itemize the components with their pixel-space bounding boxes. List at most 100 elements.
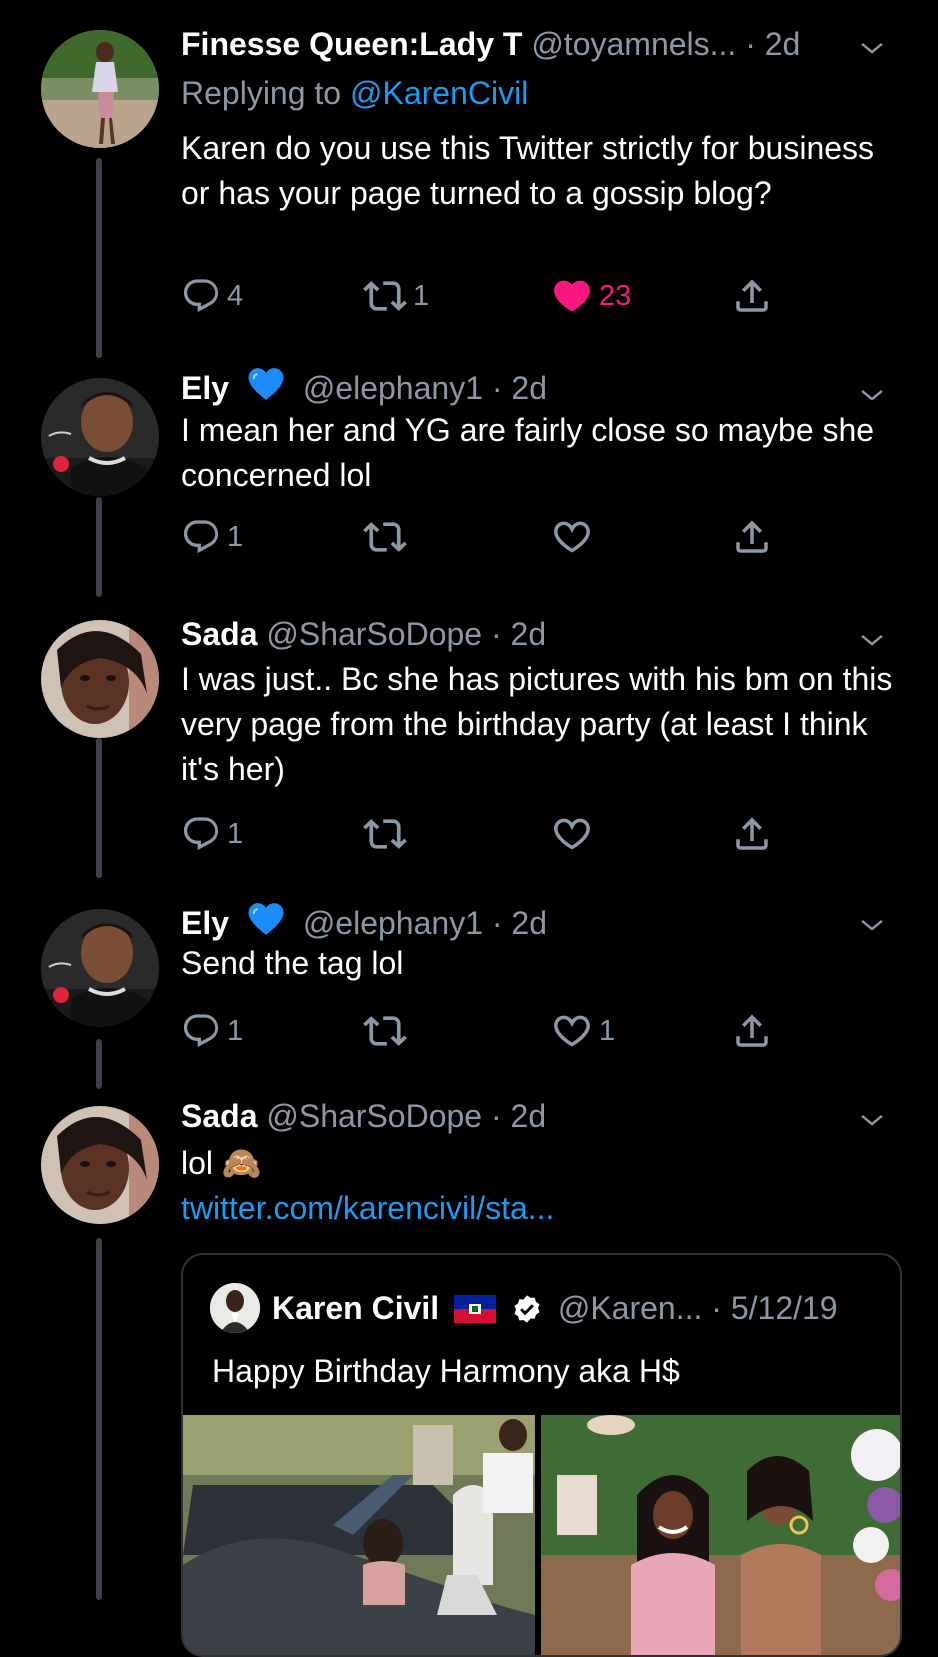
avatar[interactable] (41, 378, 159, 496)
share-icon (731, 1010, 773, 1052)
display-name[interactable]: Ely (181, 905, 229, 941)
username[interactable]: @SharSoDope (266, 1098, 482, 1134)
username[interactable]: @SharSoDope (266, 616, 482, 652)
retweet-icon (363, 274, 407, 318)
quoted-text: Happy Birthday Harmony aka H$ (212, 1353, 680, 1389)
separator-dot: · (490, 616, 502, 652)
retweet-icon (363, 812, 407, 856)
retweet-icon (363, 515, 407, 559)
tweet-text: Karen do you use this Twitter strictly f… (181, 130, 875, 211)
tweet[interactable]: Ely @elephany1 · 2d Send the tag lol 1 1 (0, 905, 938, 1095)
replying-label: Replying to (181, 75, 342, 111)
thread-line (96, 1238, 102, 1600)
tweet-text: lol 🙈 (181, 1145, 262, 1181)
share-button[interactable] (731, 515, 773, 559)
mention-link[interactable]: @KarenCivil (350, 75, 528, 111)
avatar[interactable] (41, 30, 159, 148)
separator-dot: · (491, 905, 503, 941)
like-icon (551, 813, 593, 855)
tweet-text: Send the tag lol (181, 945, 404, 981)
chevron-down-icon[interactable] (858, 626, 886, 654)
reply-icon (181, 1011, 221, 1051)
quoted-date: 5/12/19 (730, 1290, 838, 1326)
timestamp[interactable]: 2d (511, 1098, 547, 1134)
chevron-down-icon[interactable] (858, 381, 886, 409)
quoted-image-2[interactable] (541, 1415, 900, 1655)
thread-line (96, 1039, 102, 1089)
retweet-button[interactable] (363, 1009, 407, 1053)
retweet-button[interactable] (363, 515, 407, 559)
tweet-header: Finesse Queen:Lady T @toyamnels... · 2d (181, 24, 800, 64)
retweet-button[interactable]: 1 (363, 274, 429, 318)
chevron-down-icon[interactable] (858, 34, 886, 62)
share-icon (731, 516, 773, 558)
action-bar: 1 (181, 515, 801, 559)
tweet[interactable]: Ely @elephany1 · 2d I mean her and YG ar… (0, 375, 938, 615)
display-name[interactable]: Sada (181, 616, 257, 652)
username[interactable]: @elephany1 (303, 370, 483, 406)
share-button[interactable] (731, 274, 773, 318)
tweet-header: Ely @elephany1 · 2d (181, 364, 547, 408)
tweet-header: Ely @elephany1 · 2d (181, 899, 547, 943)
like-button[interactable]: 23 (551, 274, 631, 318)
chevron-down-icon[interactable] (858, 911, 886, 939)
like-button[interactable] (551, 515, 593, 559)
haiti-flag-icon (454, 1295, 497, 1323)
retweet-button[interactable] (363, 812, 407, 856)
timestamp[interactable]: 2d (511, 616, 547, 652)
like-button[interactable] (551, 812, 593, 856)
reply-count: 1 (227, 1014, 244, 1047)
like-count: 23 (599, 279, 632, 312)
reply-icon (181, 814, 221, 854)
like-icon (551, 275, 593, 317)
tweet-link[interactable]: twitter.com/karencivil/sta... (181, 1186, 901, 1231)
quoted-username: @Karen... (557, 1290, 703, 1326)
reply-count: 1 (227, 520, 244, 553)
display-name[interactable]: Ely (181, 370, 229, 406)
username[interactable]: @elephany1 (303, 905, 483, 941)
quoted-avatar (210, 1283, 260, 1333)
reply-button[interactable]: 1 (181, 812, 243, 856)
action-bar: 1 1 (181, 1009, 801, 1053)
avatar[interactable] (41, 1106, 159, 1224)
timestamp[interactable]: 2d (511, 905, 547, 941)
tweet[interactable]: Sada @SharSoDope · 2d I was just.. Bc sh… (0, 616, 938, 900)
share-button[interactable] (731, 1009, 773, 1053)
retweet-count: 1 (413, 279, 430, 312)
reply-button[interactable]: 4 (181, 274, 243, 318)
action-bar: 1 (181, 812, 801, 856)
like-button[interactable]: 1 (551, 1009, 615, 1053)
share-icon (731, 275, 773, 317)
tweet-header: Sada @SharSoDope · 2d (181, 1096, 546, 1136)
quoted-image-1[interactable] (183, 1415, 535, 1655)
thread-line (96, 497, 102, 597)
share-button[interactable] (731, 812, 773, 856)
reply-icon (181, 517, 221, 557)
reply-count: 1 (227, 817, 244, 850)
verified-badge-icon (514, 1295, 540, 1323)
separator-dot: · (745, 26, 756, 62)
share-icon (731, 813, 773, 855)
avatar[interactable] (41, 909, 159, 1027)
thread-line (96, 158, 102, 358)
tweet-text: I was just.. Bc she has pictures with hi… (181, 661, 893, 787)
separator-dot: · (711, 1290, 722, 1326)
reply-button[interactable]: 1 (181, 515, 243, 559)
like-count: 1 (599, 1014, 616, 1047)
timestamp[interactable]: 2d (511, 370, 547, 406)
quoted-tweet[interactable]: Karen Civil @Karen... · 5/12/19 Happy Bi… (181, 1253, 902, 1657)
thread-line (96, 738, 102, 878)
display-name[interactable]: Finesse Queen:Lady T (181, 26, 522, 62)
timestamp[interactable]: 2d (765, 26, 801, 62)
chevron-down-icon[interactable] (858, 1106, 886, 1134)
tweet[interactable]: Finesse Queen:Lady T @toyamnels... · 2d … (0, 26, 938, 368)
avatar[interactable] (41, 620, 159, 738)
username[interactable]: @toyamnels... (531, 26, 736, 62)
display-name[interactable]: Sada (181, 1098, 257, 1134)
retweet-icon (363, 1009, 407, 1053)
separator-dot: · (491, 370, 503, 406)
quoted-header: Karen Civil @Karen... · 5/12/19 (272, 1288, 838, 1328)
reply-button[interactable]: 1 (181, 1009, 243, 1053)
blue-heart-emoji-icon (244, 899, 288, 939)
blue-heart-emoji-icon (244, 364, 288, 404)
